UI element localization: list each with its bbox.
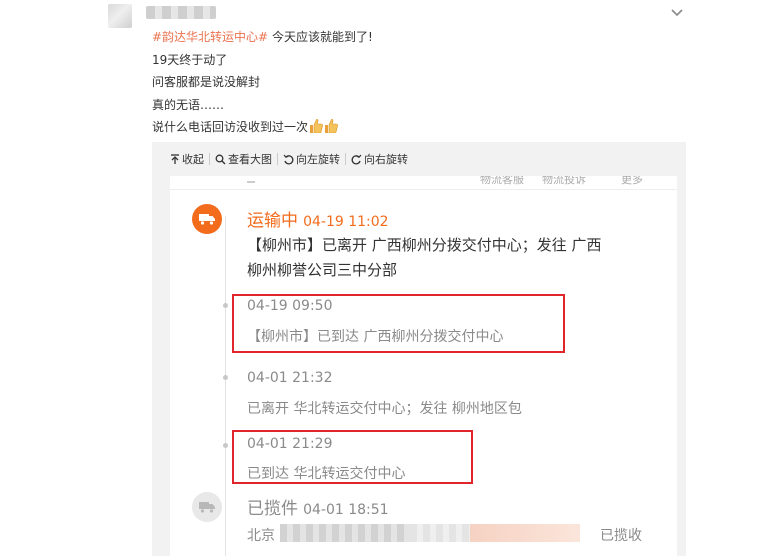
highlight-box-2 bbox=[232, 430, 473, 484]
event-1-desc-line-2: 柳州柳誉公司三中分部 bbox=[247, 261, 398, 279]
collapse-button[interactable]: 收起 bbox=[152, 151, 209, 167]
event-4-dot bbox=[223, 443, 228, 448]
image-toolbar: 收起 查看大图 向左旋转 向右旋转 bbox=[152, 142, 686, 176]
username-blurred[interactable] bbox=[146, 6, 216, 19]
event-3-dot bbox=[223, 375, 228, 380]
post-line-4: 真的无语…… bbox=[152, 97, 225, 112]
header-link-complaint[interactable]: 物流投诉 bbox=[542, 176, 586, 187]
rotate-left-button[interactable]: 向左旋转 bbox=[278, 151, 345, 167]
collapse-label: 收起 bbox=[182, 153, 204, 166]
timeline-line bbox=[225, 216, 226, 556]
magnifier-icon bbox=[215, 154, 226, 164]
image-viewer: 收起 查看大图 向左旋转 向右旋转 物流客服 物流投诉 更多 运输中 04-19… bbox=[152, 142, 686, 556]
header-link-service[interactable]: 物流客服 bbox=[480, 176, 524, 187]
post-line-2: 19天终于动了 bbox=[152, 52, 228, 67]
event-5-desc-suffix: 已揽收 bbox=[600, 528, 642, 544]
post-line-3: 问客服都是说没解封 bbox=[152, 75, 261, 89]
rotate-right-button[interactable]: 向右旋转 bbox=[346, 151, 413, 167]
thumbs-up-icon bbox=[310, 119, 323, 133]
in-transit-badge bbox=[192, 204, 222, 234]
rotate-left-label: 向左旋转 bbox=[296, 153, 340, 166]
post-line-5: 说什么电话回访没收到过一次 bbox=[152, 116, 373, 139]
post-line-1: #韵达华北转运中心# 今天应该就能到了! bbox=[152, 30, 373, 44]
highlight-box-1 bbox=[232, 294, 565, 353]
event-5-status: 已揽件 bbox=[247, 499, 298, 519]
event-2-dot bbox=[223, 303, 228, 308]
view-large-label: 查看大图 bbox=[228, 153, 272, 166]
event-1-header: 运输中 04-19 11:02 bbox=[247, 206, 389, 231]
event-1-desc-line-1: 【柳州市】已离开 广西柳州分拨交付中心；发往 广西 bbox=[247, 236, 602, 254]
header-links: 物流客服 物流投诉 更多 bbox=[170, 176, 677, 189]
chevron-down-icon[interactable] bbox=[670, 8, 684, 18]
header-divider bbox=[170, 189, 677, 190]
truck-icon bbox=[199, 502, 215, 513]
rotate-right-icon bbox=[351, 154, 362, 164]
user-avatar[interactable] bbox=[108, 4, 132, 28]
redacted-phone bbox=[470, 524, 580, 542]
event-5-time: 04-01 18:51 bbox=[303, 502, 389, 518]
truck-icon bbox=[199, 214, 215, 225]
thumbs-up-icon bbox=[325, 119, 338, 133]
rotate-left-icon bbox=[283, 154, 294, 164]
redacted-address bbox=[280, 524, 410, 542]
event-5-header: 已揽件 04-01 18:51 bbox=[247, 494, 389, 519]
tracking-screenshot: 物流客服 物流投诉 更多 运输中 04-19 11:02 【柳州市】已离开 广西… bbox=[170, 176, 677, 556]
event-3-desc: 已离开 华北转运交付中心；发往 柳州地区包 bbox=[247, 401, 522, 417]
event-1-status: 运输中 bbox=[247, 211, 298, 231]
event-3-time: 04-01 21:32 bbox=[247, 370, 333, 386]
collected-badge bbox=[192, 492, 222, 522]
view-large-button[interactable]: 查看大图 bbox=[210, 151, 277, 167]
post-text: #韵达华北转运中心# 今天应该就能到了! 19天终于动了 问客服都是说没解封 真… bbox=[152, 26, 373, 139]
header-link-more[interactable]: 更多 bbox=[621, 176, 643, 187]
truncated-mark bbox=[247, 181, 255, 183]
rotate-right-label: 向右旋转 bbox=[364, 153, 408, 166]
collapse-arrow-icon bbox=[171, 153, 179, 164]
event-5-desc-prefix: 北京 bbox=[247, 528, 275, 544]
hashtag-link[interactable]: #韵达华北转运中心# bbox=[152, 30, 268, 44]
event-1-time: 04-19 11:02 bbox=[303, 214, 389, 230]
